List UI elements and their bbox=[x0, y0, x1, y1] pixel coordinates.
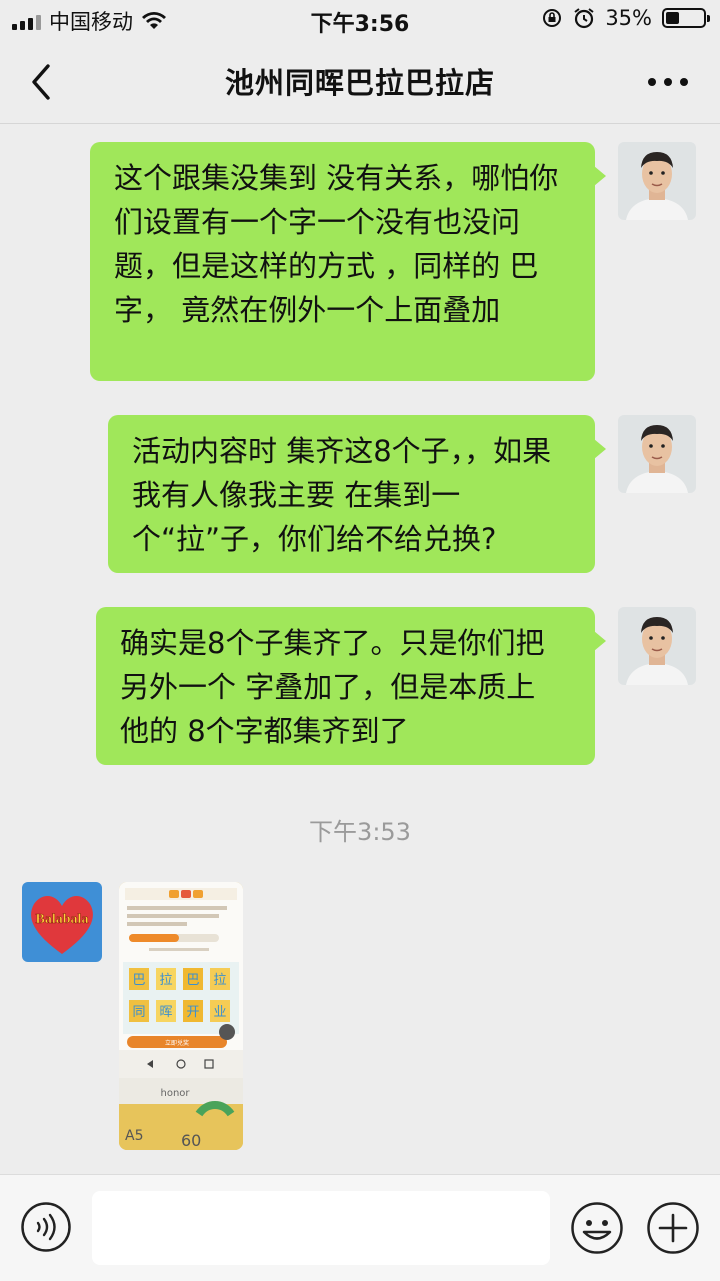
nav-divider bbox=[0, 123, 720, 124]
battery-percent: 35% bbox=[605, 6, 652, 30]
voice-input-icon[interactable] bbox=[20, 1201, 72, 1253]
user-avatar[interactable] bbox=[618, 142, 696, 220]
photo-message[interactable]: 巴拉巴拉同晖开业 立即兑奖 honor A5 60 bbox=[119, 882, 243, 1150]
user-avatar[interactable] bbox=[618, 415, 696, 493]
emoji-icon[interactable] bbox=[570, 1201, 624, 1255]
photo-tile-char: 拉 bbox=[159, 973, 172, 988]
chat-input-bar bbox=[0, 1174, 720, 1281]
chat-title: 池州同晖巴拉巴拉店 bbox=[224, 66, 495, 100]
photo-tile-char: 晖 bbox=[159, 1005, 172, 1020]
more-icon[interactable] bbox=[646, 68, 690, 96]
battery-icon bbox=[662, 8, 710, 28]
brand-logo-text: Balabala bbox=[36, 912, 89, 927]
alarm-icon bbox=[574, 8, 594, 29]
photo-tile-char: 巴 bbox=[132, 973, 145, 988]
status-bar: 中国移动 下午3:56 35% bbox=[0, 0, 720, 40]
user-avatar[interactable] bbox=[618, 607, 696, 685]
message-bubble[interactable]: 确实是8个子集齐了。只是你们把 另外一个 字叠加了，但是本质上 他的 8个字都集… bbox=[96, 607, 606, 765]
photo-tile-char: 业 bbox=[213, 1005, 226, 1020]
photo-tile-char: 巴 bbox=[186, 973, 199, 988]
shop-avatar[interactable]: Balabala bbox=[22, 882, 102, 962]
rotation-lock-icon bbox=[543, 9, 562, 27]
message-bubble[interactable]: 活动内容时 集齐这8个子，，如果我有人像我主要 在集到一个“拉”子，你们给不给兑… bbox=[108, 415, 606, 573]
back-icon[interactable] bbox=[26, 60, 66, 104]
add-more-icon[interactable] bbox=[646, 1201, 700, 1255]
photo-tile-char: 开 bbox=[186, 1005, 199, 1020]
box-number-label: 60 bbox=[181, 1131, 201, 1150]
photo-tile-char: 同 bbox=[132, 1005, 145, 1020]
box-model-label: A5 bbox=[125, 1128, 143, 1144]
message-input[interactable] bbox=[92, 1191, 550, 1265]
photo-button-label: 立即兑奖 bbox=[165, 1039, 189, 1047]
message-timestamp: 下午3:53 bbox=[309, 818, 411, 846]
nav-bar: 池州同晖巴拉巴拉店 bbox=[0, 40, 720, 124]
phone-brand-label: honor bbox=[160, 1088, 190, 1099]
photo-tile-char: 拉 bbox=[213, 973, 226, 988]
message-bubble[interactable]: 这个跟集没集到 没有关系，哪怕你们设置有一个字一个没有也没问题，但是这样的方式 … bbox=[90, 142, 606, 381]
